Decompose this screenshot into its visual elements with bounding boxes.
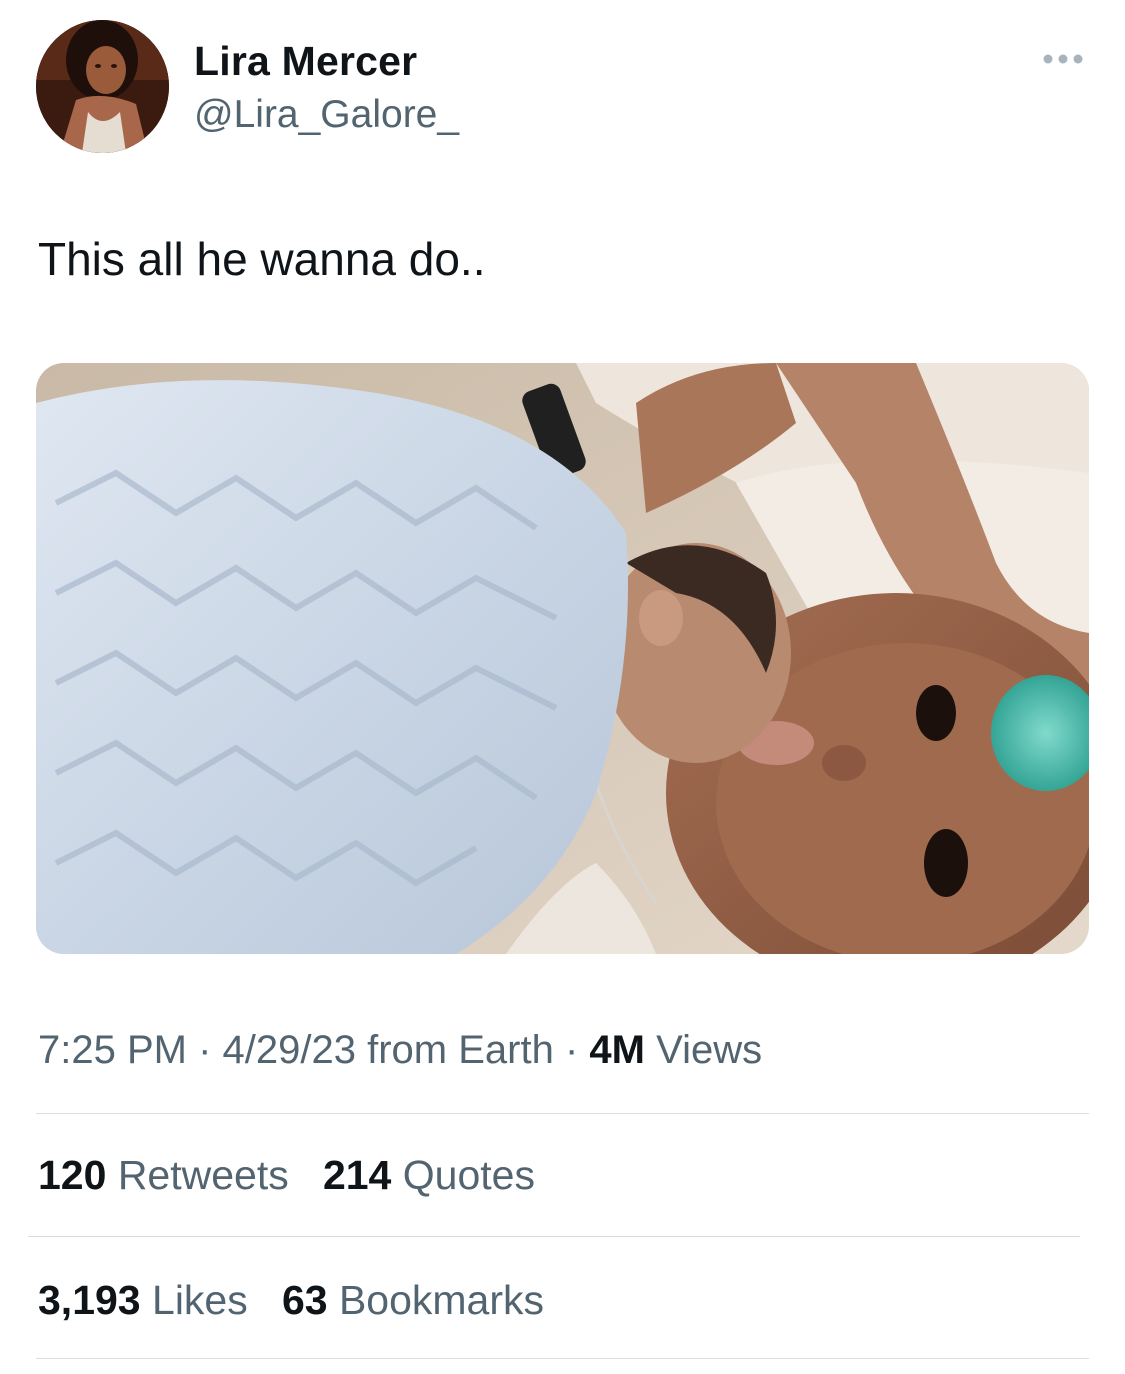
- tweet-date-source[interactable]: 4/29/23 from Earth: [223, 1028, 554, 1072]
- quotes-stat[interactable]: 214 Quotes: [323, 1152, 535, 1198]
- views-label: Views: [656, 1028, 763, 1072]
- stats-row-1: 120 Retweets 214 Quotes: [38, 1152, 535, 1199]
- likes-label: Likes: [152, 1277, 248, 1323]
- retweets-stat[interactable]: 120 Retweets: [38, 1152, 300, 1198]
- tweet-photo[interactable]: [36, 363, 1089, 954]
- retweets-count: 120: [38, 1152, 107, 1198]
- divider: [28, 1236, 1080, 1237]
- tweet-header: Lira Mercer @Lira_Galore_: [36, 20, 1089, 154]
- quotes-label: Quotes: [402, 1152, 535, 1198]
- tweet-meta: 7:25 PM · 4/29/23 from Earth · 4M Views: [38, 1028, 762, 1073]
- bookmarks-stat[interactable]: 63 Bookmarks: [282, 1277, 544, 1323]
- divider: [36, 1358, 1089, 1359]
- stats-row-2: 3,193 Likes 63 Bookmarks: [38, 1277, 544, 1324]
- likes-count: 3,193: [38, 1277, 141, 1323]
- author-name[interactable]: Lira Mercer: [194, 38, 417, 85]
- author-handle[interactable]: @Lira_Galore_: [194, 93, 459, 137]
- avatar-image: [36, 20, 169, 153]
- tweet-text: This all he wanna do..: [38, 233, 486, 285]
- tweet-time[interactable]: 7:25 PM: [38, 1028, 187, 1072]
- bookmarks-label: Bookmarks: [338, 1277, 545, 1323]
- views-count: 4M: [589, 1028, 645, 1072]
- retweets-label: Retweets: [117, 1152, 289, 1198]
- divider: [36, 1113, 1089, 1114]
- quotes-count: 214: [322, 1152, 392, 1198]
- meta-separator: ·: [198, 1028, 212, 1072]
- more-horizontal-icon[interactable]: [1041, 50, 1085, 68]
- meta-separator: ·: [564, 1028, 579, 1072]
- photo-image: [36, 363, 1089, 954]
- avatar[interactable]: [36, 20, 169, 153]
- likes-stat[interactable]: 3,193 Likes: [38, 1277, 259, 1323]
- bookmarks-count: 63: [281, 1277, 328, 1323]
